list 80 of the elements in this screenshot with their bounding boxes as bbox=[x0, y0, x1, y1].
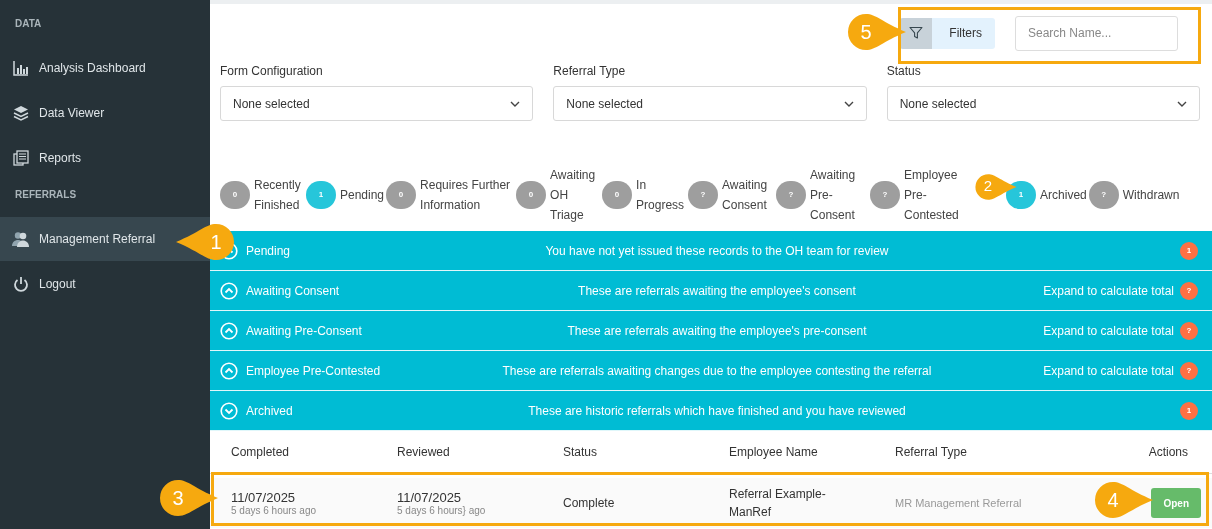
chevron-down-icon bbox=[843, 100, 854, 107]
expand-hint: Expand to calculate total bbox=[1043, 283, 1174, 298]
status-label: Employee Pre-Contested bbox=[904, 167, 960, 224]
table-cell-text: Referral Example-ManRef bbox=[729, 486, 827, 521]
count-pill[interactable]: 0 bbox=[386, 181, 417, 209]
section-heading: REFERRALS bbox=[14, 188, 78, 202]
layers-icon bbox=[12, 105, 30, 121]
status-label: Requires Further Information bbox=[420, 177, 512, 214]
count-pill[interactable]: ? bbox=[870, 181, 901, 209]
column-header: Reviewed bbox=[397, 445, 451, 459]
sidebar-item[interactable]: Analysis Dashboard bbox=[0, 46, 210, 90]
field-label: Form Configuration bbox=[220, 64, 324, 78]
power-icon bbox=[12, 276, 30, 292]
callout-marker: 2 bbox=[974, 172, 1018, 202]
expand-hint: Expand to calculate total bbox=[1043, 363, 1174, 378]
section-description: These are historic referrals which have finished and you have reviewed bbox=[527, 403, 907, 418]
sidebar-item[interactable]: Data Viewer bbox=[0, 91, 210, 135]
search-field[interactable]: Search Name... bbox=[1015, 15, 1178, 51]
filter-icon bbox=[909, 26, 924, 40]
table-cell-text: 11/07/2025 bbox=[397, 490, 463, 505]
field-label: Referral Type bbox=[553, 64, 627, 78]
dropdown[interactable]: None selected bbox=[553, 86, 867, 121]
table-cell: MR Management Referral bbox=[895, 497, 1022, 509]
callout-marker: 3 bbox=[158, 478, 220, 518]
expand-hint: Expand to calculate total bbox=[1043, 323, 1174, 338]
status-label: Withdrawn bbox=[1122, 187, 1180, 204]
column-header: Employee Name bbox=[729, 445, 819, 459]
section-description: These are referrals awaiting the employee's pre-consent bbox=[566, 323, 868, 338]
sidebar-item[interactable]: Reports bbox=[0, 136, 210, 180]
document-icon bbox=[12, 150, 30, 166]
section-header[interactable]: Awaiting Pre-Consent These are referrals awaiting the employee's pre-consent Expand to calculate total ? bbox=[210, 311, 1212, 351]
count-pill[interactable]: 0 bbox=[220, 181, 250, 209]
count-pill[interactable]: ? bbox=[688, 181, 719, 209]
user-icon bbox=[12, 231, 30, 247]
count-badge: 1 bbox=[1180, 241, 1198, 260]
section-description: These are referrals awaiting changes due to the employee contesting the referral bbox=[501, 363, 933, 378]
count-pill[interactable]: ? bbox=[776, 181, 807, 209]
section-description: These are referrals awaiting the employee's consent bbox=[577, 283, 857, 298]
field-label: Status bbox=[886, 64, 922, 78]
count-badge: 1 bbox=[1180, 401, 1198, 420]
open-button[interactable]: Open bbox=[1151, 488, 1201, 518]
column-header: Status bbox=[563, 445, 599, 459]
table-cell: Complete bbox=[563, 496, 615, 510]
section-description: You have not yet issued these records to the OH team for review bbox=[544, 243, 890, 258]
status-label: In Progress bbox=[636, 177, 686, 214]
count-pill[interactable]: ? bbox=[1088, 181, 1119, 209]
sidebar-item[interactable]: Logout bbox=[0, 262, 210, 306]
callout-marker: 1 bbox=[174, 222, 236, 262]
relative-time: 5 days 6 hours ago bbox=[231, 505, 318, 516]
count-pill[interactable]: 1 bbox=[1006, 181, 1037, 209]
status-label: Archived bbox=[1040, 187, 1087, 204]
count-badge: ? bbox=[1180, 321, 1198, 340]
column-header: Completed bbox=[231, 445, 291, 459]
status-label: Awaiting Consent bbox=[722, 177, 769, 214]
status-label: Pending bbox=[340, 187, 385, 204]
section-heading: DATA bbox=[14, 17, 43, 31]
filters-button[interactable]: Filters bbox=[900, 17, 995, 49]
chevron-down-icon bbox=[510, 100, 521, 107]
section-header[interactable]: Archived These are historic referrals which have finished and you have reviewed 1 bbox=[210, 391, 1212, 431]
count-pill[interactable]: 0 bbox=[602, 181, 633, 209]
relative-time: 5 days 6 hours} ago bbox=[397, 505, 487, 516]
count-badge: ? bbox=[1180, 361, 1198, 380]
table-cell-text: 11/07/2025 bbox=[231, 490, 297, 505]
count-pill[interactable]: 0 bbox=[516, 181, 547, 209]
status-label: Awaiting Pre-Consent bbox=[810, 167, 857, 224]
callout-marker: 4 bbox=[1093, 480, 1155, 520]
chevron-down-icon bbox=[1177, 100, 1187, 107]
count-pill[interactable]: 1 bbox=[306, 181, 336, 209]
column-header: Actions bbox=[1147, 445, 1188, 459]
dropdown[interactable]: None selected bbox=[886, 86, 1200, 121]
status-label: Awaiting OH Triage bbox=[550, 167, 597, 224]
section-header[interactable]: Employee Pre-Contested These are referrals awaiting changes due to the employee contesting the referral Expand to calculate total ? bbox=[210, 351, 1212, 391]
count-badge: ? bbox=[1180, 281, 1198, 300]
status-label: Recently Finished bbox=[254, 177, 302, 214]
column-header: Referral Type bbox=[895, 445, 968, 459]
section-header[interactable]: Awaiting Consent These are referrals awaiting the employee's consent Expand to calculate total ? bbox=[210, 271, 1212, 311]
sidebar-item[interactable]: Management Referral bbox=[0, 217, 210, 261]
callout-marker: 5 bbox=[846, 12, 908, 52]
dropdown[interactable]: None selected bbox=[220, 86, 534, 121]
bar-chart-icon bbox=[12, 60, 30, 76]
